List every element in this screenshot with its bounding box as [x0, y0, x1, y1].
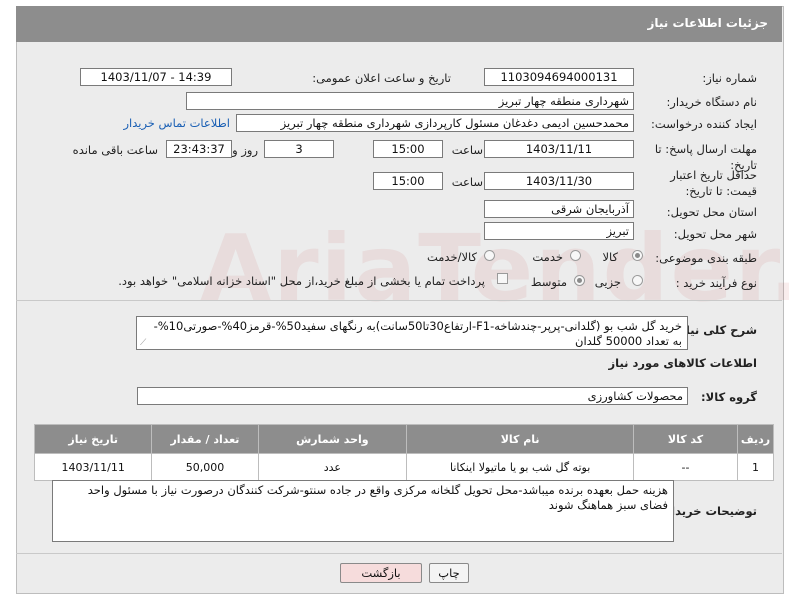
- announce-date-field[interactable]: 1403/11/07 - 14:39: [80, 68, 232, 86]
- footer-separator: [16, 553, 782, 554]
- table-header-row: ردیف کد کالا نام کالا واحد شمارش تعداد /…: [33, 424, 774, 454]
- category-service-radio[interactable]: [570, 250, 581, 261]
- creator-label: ایجاد کننده درخواست:: [651, 117, 757, 131]
- col-row: ردیف: [737, 424, 774, 454]
- treasury-payment-checkbox[interactable]: [497, 273, 508, 284]
- announce-date-label: تاریخ و ساعت اعلان عمومی:: [312, 71, 451, 85]
- col-name: نام کالا: [406, 424, 635, 454]
- validity-time-label: ساعت: [451, 175, 483, 189]
- cell-date: 1403/11/11: [33, 453, 153, 481]
- col-qty: تعداد / مقدار: [151, 424, 259, 454]
- cell-unit: عدد: [257, 453, 408, 481]
- deadline-time-field[interactable]: 15:00: [373, 140, 443, 158]
- days-label: روز و: [232, 143, 258, 157]
- province-field[interactable]: آذربایجان شرقی: [484, 200, 634, 218]
- panel-header: جزئیات اطلاعات نیاز: [16, 6, 782, 42]
- process-minor-label: جزیی: [594, 275, 621, 289]
- cell-qty: 50,000: [151, 453, 259, 481]
- contact-info-link[interactable]: اطلاعات تماس خریدار: [123, 116, 230, 130]
- goods-table: ردیف کد کالا نام کالا واحد شمارش تعداد /…: [33, 424, 774, 481]
- remaining-label: ساعت باقی مانده: [72, 143, 158, 157]
- page-title: جزئیات اطلاعات نیاز: [647, 16, 768, 30]
- resize-handle-icon[interactable]: ⟋: [140, 338, 146, 348]
- deadline-date-field[interactable]: 1403/11/11: [484, 140, 634, 158]
- need-number-label: شماره نیاز:: [702, 71, 757, 85]
- table-row[interactable]: 1 -- بوته گل شب بو یا ماتیولا اینکانا عد…: [33, 453, 774, 481]
- process-medium-radio[interactable]: [574, 275, 585, 286]
- validity-time-field[interactable]: 15:00: [373, 172, 443, 190]
- goods-section-title: اطلاعات کالاهای مورد نیاز: [608, 356, 757, 370]
- buyer-notes-textarea[interactable]: هزینه حمل بعهده برنده میباشد-محل تحویل گ…: [52, 480, 674, 542]
- days-remaining-field[interactable]: 3: [264, 140, 334, 158]
- goods-group-label: گروه کالا:: [701, 390, 757, 404]
- process-medium-label: متوسط: [530, 275, 567, 289]
- category-goods-service-label: کالا/خدمت: [426, 250, 477, 264]
- category-service-label: خدمت: [532, 250, 563, 264]
- category-label: طبقه بندی موضوعی:: [655, 251, 757, 265]
- category-goods-radio[interactable]: [632, 250, 643, 261]
- province-label: استان محل تحویل:: [666, 205, 757, 219]
- city-field[interactable]: تبریز: [484, 222, 634, 240]
- process-minor-radio[interactable]: [632, 275, 643, 286]
- validity-date-field[interactable]: 1403/11/30: [484, 172, 634, 190]
- city-label: شهر محل تحویل:: [673, 227, 757, 241]
- treasury-payment-note: پرداخت تمام یا بخشی از مبلغ خرید،از محل …: [118, 274, 485, 288]
- cell-row: 1: [737, 453, 774, 481]
- buyer-org-label: نام دستگاه خریدار:: [666, 95, 757, 109]
- cell-name: بوته گل شب بو یا ماتیولا اینکانا: [406, 453, 635, 481]
- summary-textarea[interactable]: خرید گل شب بو (گلدانی-پرپر-چندشاخه-F1-ار…: [136, 316, 688, 350]
- back-button[interactable]: بازگشت: [340, 563, 422, 583]
- need-number-field[interactable]: 1103094694000131: [484, 68, 634, 86]
- category-goods-service-radio[interactable]: [484, 250, 495, 261]
- process-label: نوع فرآیند خرید :: [675, 276, 757, 290]
- category-goods-label: کالا: [602, 250, 618, 264]
- col-unit: واحد شمارش: [257, 424, 408, 454]
- print-button[interactable]: چاپ: [429, 563, 469, 583]
- time-remaining-field[interactable]: 23:43:37: [166, 140, 232, 158]
- goods-group-field[interactable]: محصولات کشاورزی: [137, 387, 688, 405]
- col-date: تاریخ نیاز: [33, 424, 153, 454]
- validity-label: حداقل تاریخ اعتبار قیمت: تا تاریخ:: [670, 168, 757, 198]
- col-code: کد کالا: [633, 424, 738, 454]
- creator-field[interactable]: محمدحسین ادیمی دغدغان مسئول کارپردازی شه…: [236, 114, 634, 132]
- deadline-time-label: ساعت: [451, 143, 483, 157]
- buyer-org-field[interactable]: شهرداری منطقه چهار تبریز: [186, 92, 634, 110]
- cell-code: --: [633, 453, 738, 481]
- separator: [16, 300, 782, 301]
- buyer-notes-label: توضیحات خریدار:: [659, 504, 757, 518]
